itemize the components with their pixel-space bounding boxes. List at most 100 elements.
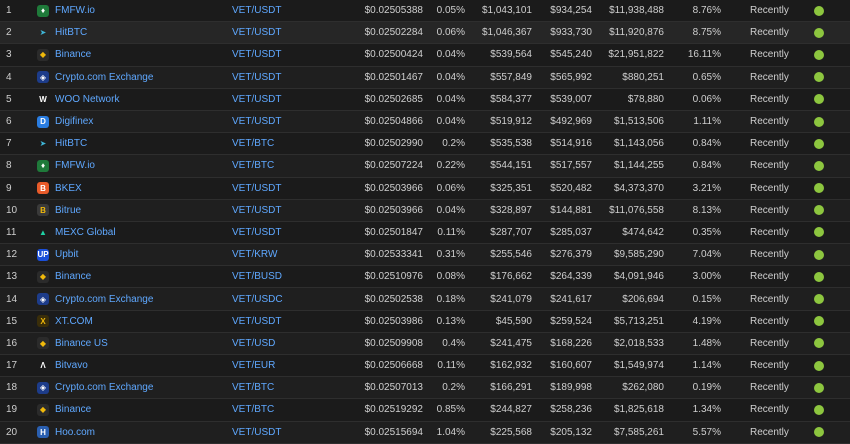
- spread-cell: 0.11%: [437, 360, 465, 372]
- table-row[interactable]: 11 ▲ MEXC Global VET/USDT $0.02501847 0.…: [0, 221, 850, 245]
- pair-link[interactable]: VET/USDT: [232, 222, 332, 243]
- exchange-link[interactable]: Upbit: [55, 249, 78, 260]
- volume-share-cell: 16.11%: [687, 49, 721, 61]
- binance-icon: ◆: [37, 403, 49, 416]
- trust-dot-icon: [814, 205, 824, 216]
- pair-link[interactable]: VET/BTC: [232, 377, 332, 398]
- exchange-link[interactable]: MEXC Global: [55, 227, 116, 238]
- pair-link[interactable]: VET/USDC: [232, 288, 332, 309]
- depth-plus-cell: $176,662: [490, 271, 532, 283]
- volume-cell: $78,880: [627, 93, 664, 105]
- rank-cell: 9: [6, 182, 12, 194]
- exchange-cell[interactable]: H Hoo.com: [37, 422, 227, 443]
- exchange-cell[interactable]: B BKEX: [37, 178, 227, 199]
- pair-link[interactable]: VET/USD: [232, 333, 332, 354]
- exchange-link[interactable]: XT.COM: [55, 316, 93, 327]
- exchange-cell[interactable]: ◈ Crypto.com Exchange: [37, 377, 227, 398]
- exchange-cell[interactable]: B Bitrue: [37, 200, 227, 221]
- price-cell: $0.02507013: [364, 382, 423, 394]
- exchange-cell[interactable]: ◈ Crypto.com Exchange: [37, 288, 227, 309]
- table-row[interactable]: 3 ◆ Binance VET/USDT $0.02500424 0.04% $…: [0, 44, 850, 67]
- exchange-link[interactable]: Bitvavo: [55, 360, 88, 371]
- exchange-cell[interactable]: W WOO Network: [37, 89, 227, 110]
- exchange-link[interactable]: Crypto.com Exchange: [55, 382, 153, 393]
- exchange-cell[interactable]: X XT.COM: [37, 311, 227, 332]
- exchange-cell[interactable]: ➤ HitBTC: [37, 133, 227, 154]
- exchange-cell[interactable]: D Digifinex: [37, 111, 227, 132]
- exchange-cell[interactable]: ◆ Binance: [37, 266, 227, 287]
- table-row[interactable]: 17 Λ Bitvavo VET/EUR $0.02506668 0.11% $…: [0, 355, 850, 378]
- pair-link[interactable]: VET/BTC: [232, 399, 332, 420]
- last-updated-cell: Recently: [750, 271, 789, 283]
- spread-cell: 0.2%: [442, 138, 465, 150]
- exchange-link[interactable]: Crypto.com Exchange: [55, 72, 153, 83]
- table-row[interactable]: 5 W WOO Network VET/USDT $0.02502685 0.0…: [0, 88, 850, 111]
- pair-link[interactable]: VET/USDT: [232, 200, 332, 221]
- exchange-cell[interactable]: ♦ FMFW.io: [37, 0, 227, 21]
- crypto-com-icon: ◈: [37, 293, 49, 306]
- pair-link[interactable]: VET/BTC: [232, 133, 332, 154]
- price-cell: $0.02519292: [364, 404, 423, 416]
- exchange-link[interactable]: Hoo.com: [55, 427, 95, 438]
- pair-link[interactable]: VET/USDT: [232, 311, 332, 332]
- depth-minus-cell: $189,998: [550, 382, 592, 394]
- pair-link[interactable]: VET/USDT: [232, 44, 332, 65]
- table-row[interactable]: 7 ➤ HitBTC VET/BTC $0.02502990 0.2% $535…: [0, 133, 850, 156]
- exchange-link[interactable]: BKEX: [55, 183, 82, 194]
- pair-link[interactable]: VET/USDT: [232, 22, 332, 43]
- pair-link[interactable]: VET/USDT: [232, 67, 332, 88]
- pair-link[interactable]: VET/BUSD: [232, 266, 332, 287]
- pair-link[interactable]: VET/KRW: [232, 244, 332, 265]
- exchange-link[interactable]: HitBTC: [55, 138, 87, 149]
- pair-link[interactable]: VET/EUR: [232, 355, 332, 376]
- exchange-link[interactable]: Binance: [55, 49, 91, 60]
- exchange-link[interactable]: Bitrue: [55, 205, 81, 216]
- exchange-cell[interactable]: ◆ Binance US: [37, 333, 227, 354]
- exchange-link[interactable]: HitBTC: [55, 27, 87, 38]
- table-row[interactable]: 20 H Hoo.com VET/USDT $0.02515694 1.04% …: [0, 421, 850, 444]
- exchange-cell[interactable]: ◈ Crypto.com Exchange: [37, 67, 227, 88]
- table-row[interactable]: 19 ◆ Binance VET/BTC $0.02519292 0.85% $…: [0, 399, 850, 422]
- pair-link[interactable]: VET/USDT: [232, 422, 332, 443]
- exchange-link[interactable]: WOO Network: [55, 94, 119, 105]
- table-row[interactable]: 4 ◈ Crypto.com Exchange VET/USDT $0.0250…: [0, 66, 850, 89]
- exchange-cell[interactable]: ◆ Binance: [37, 44, 227, 65]
- table-row[interactable]: 6 D Digifinex VET/USDT $0.02504866 0.04%…: [0, 110, 850, 134]
- table-row[interactable]: 10 B Bitrue VET/USDT $0.02503966 0.04% $…: [0, 199, 850, 222]
- pair-link[interactable]: VET/BTC: [232, 155, 332, 176]
- rank-cell: 2: [6, 27, 12, 39]
- pair-link[interactable]: VET/USDT: [232, 0, 332, 21]
- table-row[interactable]: 12 UP Upbit VET/KRW $0.02533341 0.31% $2…: [0, 244, 850, 267]
- pair-link[interactable]: VET/USDT: [232, 111, 332, 132]
- exchange-link[interactable]: Digifinex: [55, 116, 93, 127]
- price-cell: $0.02503986: [364, 315, 423, 327]
- exchange-cell[interactable]: ♦ FMFW.io: [37, 155, 227, 176]
- table-row[interactable]: 9 B BKEX VET/USDT $0.02503966 0.06% $325…: [0, 177, 850, 200]
- exchange-link[interactable]: Binance US: [55, 338, 108, 349]
- table-row[interactable]: 15 X XT.COM VET/USDT $0.02503986 0.13% $…: [0, 310, 850, 333]
- trust-score-cell: [812, 377, 826, 398]
- exchange-cell[interactable]: ➤ HitBTC: [37, 22, 227, 43]
- volume-cell: $4,373,370: [613, 182, 664, 194]
- exchange-cell[interactable]: Λ Bitvavo: [37, 355, 227, 376]
- table-row[interactable]: 14 ◈ Crypto.com Exchange VET/USDC $0.025…: [0, 288, 850, 311]
- exchange-link[interactable]: FMFW.io: [55, 160, 95, 171]
- table-row[interactable]: 2 ➤ HitBTC VET/USDT $0.02502284 0.06% $1…: [0, 22, 850, 45]
- price-cell: $0.02502685: [364, 93, 423, 105]
- exchange-cell[interactable]: ◆ Binance: [37, 399, 227, 420]
- table-row[interactable]: 18 ◈ Crypto.com Exchange VET/BTC $0.0250…: [0, 377, 850, 400]
- exchange-link[interactable]: Crypto.com Exchange: [55, 294, 153, 305]
- table-row[interactable]: 8 ♦ FMFW.io VET/BTC $0.02507224 0.22% $5…: [0, 155, 850, 178]
- exchange-cell[interactable]: ▲ MEXC Global: [37, 222, 227, 243]
- table-row[interactable]: 1 ♦ FMFW.io VET/USDT $0.02505388 0.05% $…: [0, 0, 850, 23]
- depth-plus-cell: $244,827: [490, 404, 532, 416]
- table-row[interactable]: 13 ◆ Binance VET/BUSD $0.02510976 0.08% …: [0, 266, 850, 289]
- exchange-link[interactable]: FMFW.io: [55, 5, 95, 16]
- volume-share-cell: 1.11%: [693, 116, 721, 128]
- exchange-link[interactable]: Binance: [55, 404, 91, 415]
- exchange-link[interactable]: Binance: [55, 271, 91, 282]
- exchange-cell[interactable]: UP Upbit: [37, 244, 227, 265]
- pair-link[interactable]: VET/USDT: [232, 178, 332, 199]
- pair-link[interactable]: VET/USDT: [232, 89, 332, 110]
- table-row[interactable]: 16 ◆ Binance US VET/USD $0.02509908 0.4%…: [0, 332, 850, 355]
